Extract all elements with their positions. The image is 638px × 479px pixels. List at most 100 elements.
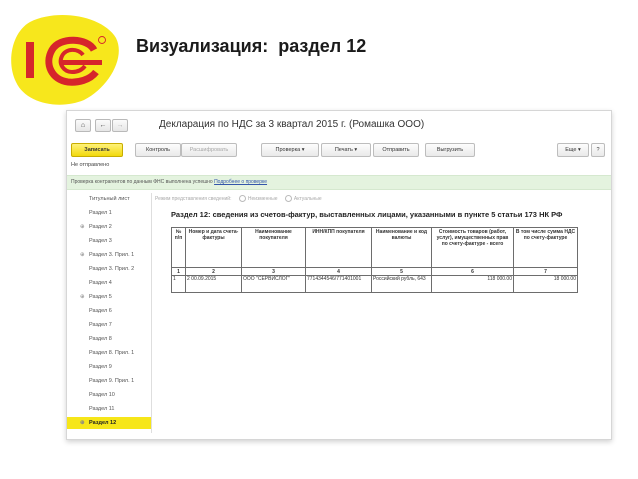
slide-title: Визуализация: раздел 12 xyxy=(136,36,367,56)
cell-buyer[interactable]: ООО "СЕРВИСЛОГ" xyxy=(241,275,306,293)
toolbar: Записать Контроль Расшифровать Проверка … xyxy=(67,143,611,159)
table-row[interactable]: 1 2 00.09.2015 ООО "СЕРВИСЛОГ" 771434454… xyxy=(171,275,578,293)
table-header-row: № п/п Номер и дата счета-фактуры Наимено… xyxy=(171,227,578,268)
forward-arrow-icon[interactable]: → xyxy=(112,119,128,132)
sidebar-item-label: Раздел 1 xyxy=(89,210,112,216)
sidebar-item-section-6[interactable]: Раздел 6 xyxy=(67,305,151,317)
expand-icon: ⊕ xyxy=(80,294,85,300)
sidebar-item-label: Раздел 4 xyxy=(89,280,112,286)
column-header: Стоимость товаров (работ, услуг), имущес… xyxy=(431,227,514,268)
chevron-down-icon: ▾ xyxy=(577,147,581,153)
sidebar-item-label: Раздел 3. Прил. 1 xyxy=(89,252,135,258)
upload-button[interactable]: Выгрузить xyxy=(425,143,475,157)
column-number: 1 xyxy=(171,267,186,276)
radio-actual-label: Актуальные xyxy=(293,195,322,202)
mode-label: Режим представления сведений xyxy=(155,195,231,202)
sidebar-item-section-4[interactable]: Раздел 4 xyxy=(67,277,151,289)
chevron-down-icon: ▾ xyxy=(354,147,358,153)
sidebar-item-label: Раздел 7 xyxy=(89,322,112,328)
sidebar-item-section-8-appendix-1[interactable]: Раздел 8. Прил. 1 xyxy=(67,347,151,359)
sidebar-item-section-10[interactable]: Раздел 10 xyxy=(67,389,151,401)
send-button[interactable]: Отправить xyxy=(373,143,419,157)
check-dropdown-button[interactable]: Проверка ▾ xyxy=(261,143,319,157)
sections-sidebar: Титульный лист Раздел 1 ⊕ Раздел 2 Раздел… xyxy=(67,193,152,433)
radio-actual[interactable] xyxy=(284,195,292,202)
send-status: Не отправлено xyxy=(71,162,110,168)
check-details-link[interactable]: Подробнее о проверке xyxy=(214,179,267,185)
sidebar-item-label: Раздел 2 xyxy=(89,224,112,230)
column-number: 2 xyxy=(185,267,242,276)
sidebar-item-label: Раздел 12 xyxy=(89,420,117,426)
sidebar-item-label: Раздел 8 xyxy=(89,336,112,342)
sidebar-item-label: Раздел 5 xyxy=(89,294,112,300)
sidebar-item-section-9[interactable]: Раздел 9 xyxy=(67,361,151,373)
column-header: № п/п xyxy=(171,227,186,268)
sidebar-item-section-7[interactable]: Раздел 7 xyxy=(67,319,151,331)
check-label: Проверка xyxy=(275,147,301,153)
column-number: 4 xyxy=(305,267,372,276)
cell-invoice[interactable]: 2 00.09.2015 xyxy=(185,275,242,293)
window-titlebar: ⌂ ← → Декларация по НДС за 3 квартал 201… xyxy=(67,111,611,139)
print-dropdown-button[interactable]: Печать ▾ xyxy=(321,143,371,157)
sidebar-item-section-3-appendix-2[interactable]: Раздел 3. Прил. 2 xyxy=(67,263,151,275)
expand-icon: ⊕ xyxy=(80,252,85,258)
save-button[interactable]: Записать xyxy=(71,143,123,157)
home-icon[interactable]: ⌂ xyxy=(75,119,91,132)
check-info-bar: Проверка контрагентов по данным ФНС выпо… xyxy=(67,175,611,190)
sidebar-item-section-12[interactable]: ⊕ Раздел 12 xyxy=(67,417,151,429)
cell-vat[interactable]: 18 000.00 xyxy=(513,275,578,293)
sidebar-item-label: Раздел 10 xyxy=(89,392,115,398)
print-label: Печать xyxy=(334,147,353,153)
sidebar-item-section-8[interactable]: Раздел 8 xyxy=(67,333,151,345)
document-title: Декларация по НДС за 3 квартал 2015 г. (… xyxy=(159,119,425,130)
column-number: 5 xyxy=(371,267,432,276)
control-button[interactable]: Контроль xyxy=(135,143,181,157)
sidebar-item-section-1[interactable]: Раздел 1 xyxy=(67,207,151,219)
help-button[interactable]: ? xyxy=(591,143,605,157)
chevron-down-icon: ▾ xyxy=(301,147,305,153)
cell-inn-kpp[interactable]: 7714344546/771401001 xyxy=(305,275,372,293)
column-header: Наименование покупателя xyxy=(241,227,306,268)
sidebar-item-section-3-appendix-1[interactable]: ⊕ Раздел 3. Прил. 1 xyxy=(67,249,151,261)
presentation-mode: Режим представления сведений: Неизменные… xyxy=(155,195,322,202)
sidebar-item-title-page[interactable]: Титульный лист xyxy=(67,193,151,205)
column-number-row: 1 2 3 4 5 6 7 xyxy=(171,267,578,276)
column-header: Наименование и код валюты xyxy=(371,227,432,268)
expand-icon: ⊕ xyxy=(80,420,85,426)
sidebar-item-label: Раздел 9. Прил. 1 xyxy=(89,378,135,384)
info-message: Проверка контрагентов по данным ФНС выпо… xyxy=(71,179,267,185)
logo-digit-one xyxy=(26,42,34,78)
section-title: Раздел 12: сведения из счетов-фактур, вы… xyxy=(171,210,563,219)
more-dropdown-button[interactable]: Еще ▾ xyxy=(557,143,589,157)
sidebar-item-label: Раздел 6 xyxy=(89,308,112,314)
radio-unchanged[interactable] xyxy=(238,195,246,202)
radio-unchanged-label: Неизменные xyxy=(247,195,278,202)
column-number: 7 xyxy=(513,267,578,276)
logo-bar xyxy=(62,60,102,65)
sidebar-item-label: Раздел 3. Прил. 2 xyxy=(89,266,135,272)
cell-currency[interactable]: Российский рубль, 643 xyxy=(371,275,432,293)
sidebar-item-section-11[interactable]: Раздел 11 xyxy=(67,403,151,415)
sidebar-item-label: Раздел 11 xyxy=(89,406,115,412)
cell-number[interactable]: 1 xyxy=(171,275,186,293)
sidebar-item-section-3[interactable]: Раздел 3 xyxy=(67,235,151,247)
back-arrow-icon[interactable]: ← xyxy=(95,119,111,132)
decrypt-button[interactable]: Расшифровать xyxy=(181,143,237,157)
sidebar-item-section-2[interactable]: ⊕ Раздел 2 xyxy=(67,221,151,233)
column-header: В том числе сумма НДС по счету-фактуре xyxy=(513,227,578,268)
column-header: Номер и дата счета-фактуры xyxy=(185,227,242,268)
sidebar-item-label: Раздел 9 xyxy=(89,364,112,370)
cell-total[interactable]: 118 000.00 xyxy=(431,275,514,293)
sidebar-item-label: Титульный лист xyxy=(89,196,130,202)
sidebar-item-section-5[interactable]: ⊕ Раздел 5 xyxy=(67,291,151,303)
sidebar-item-label: Раздел 8. Прил. 1 xyxy=(89,350,135,356)
column-number: 6 xyxy=(431,267,514,276)
info-text: Проверка контрагентов по данным ФНС выпо… xyxy=(71,179,213,185)
1c-logo xyxy=(11,15,119,105)
sidebar-item-section-9-appendix-1[interactable]: Раздел 9. Прил. 1 xyxy=(67,375,151,387)
column-header: ИНН/КПП покупателя xyxy=(305,227,372,268)
expand-icon: ⊕ xyxy=(80,224,85,230)
app-window: ⌂ ← → Декларация по НДС за 3 квартал 201… xyxy=(66,110,612,440)
column-number: 3 xyxy=(241,267,306,276)
sidebar-item-label: Раздел 3 xyxy=(89,238,112,244)
